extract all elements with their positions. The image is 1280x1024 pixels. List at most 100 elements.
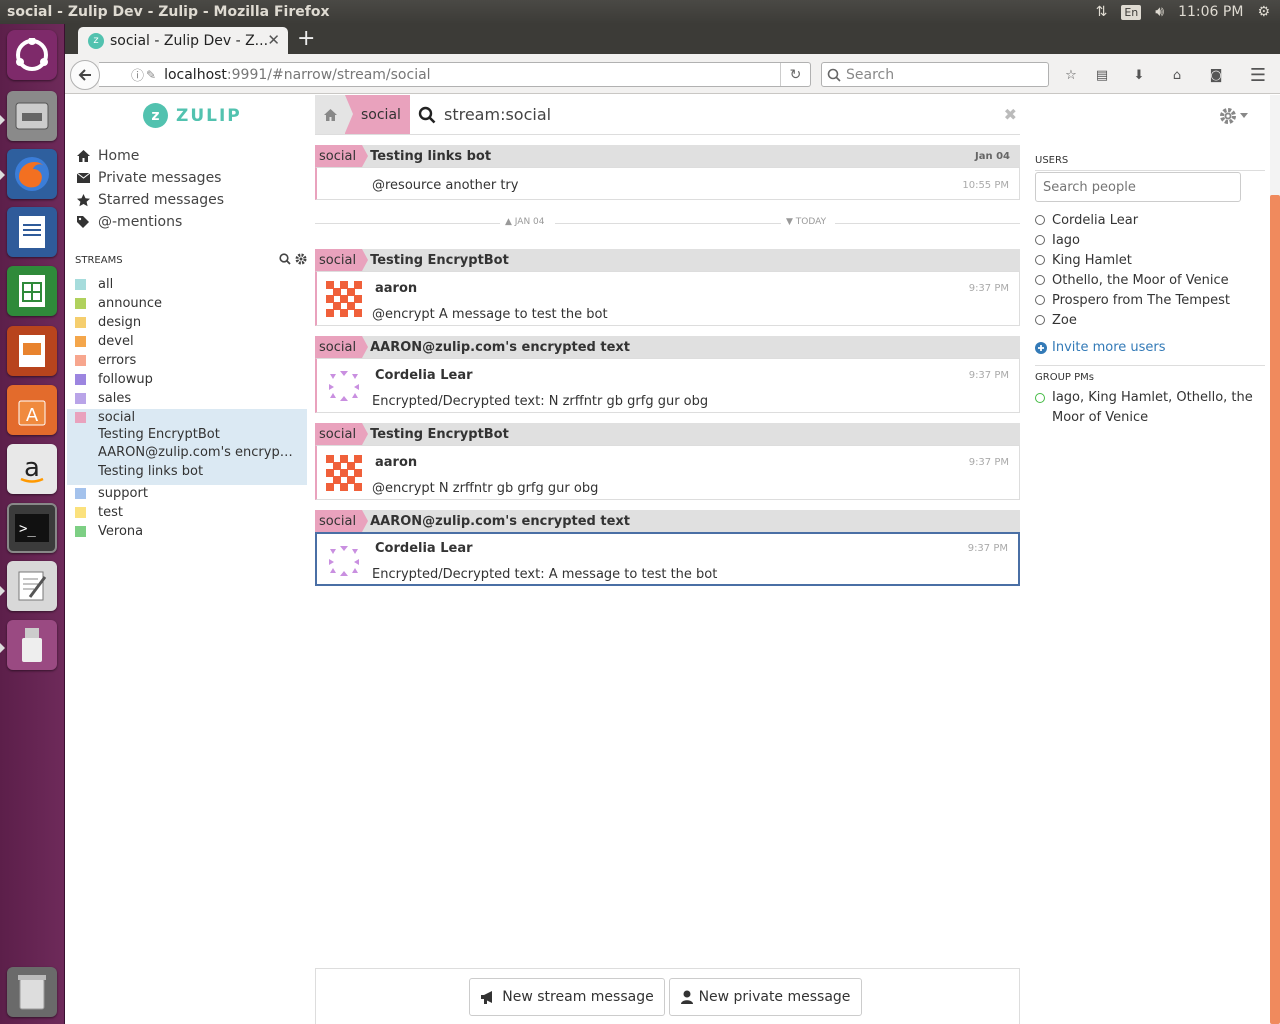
stream-item-support[interactable]: support xyxy=(75,484,148,503)
message-row-selected[interactable]: Cordelia Lear Encrypted/Decrypted text: … xyxy=(315,532,1020,586)
volume-icon[interactable]: 🔊︎ xyxy=(1155,4,1164,20)
browser-search-box[interactable]: Search xyxy=(821,62,1049,87)
narrow-search-box[interactable]: stream:social xyxy=(418,95,1018,134)
message-time[interactable]: 9:37 PM xyxy=(969,283,1009,294)
message-time[interactable]: 10:55 PM xyxy=(962,180,1009,191)
nav-mentions[interactable]: @-mentions xyxy=(76,211,182,233)
stream-item-errors[interactable]: errors xyxy=(75,351,136,370)
clock[interactable]: 11:06 PM xyxy=(1178,4,1243,20)
message-row[interactable]: Cordelia Lear Encrypted/Decrypted text: … xyxy=(315,358,1020,413)
reading-list-icon[interactable]: ▤ xyxy=(1092,65,1112,85)
topic-item[interactable]: Testing links bot xyxy=(98,464,295,483)
message-row[interactable]: @resource another try 10:55 PM xyxy=(315,167,1020,200)
topic-item[interactable]: AARON@zulip.com's encrypted text xyxy=(98,445,295,464)
avatar[interactable] xyxy=(326,455,362,491)
message-row[interactable]: aaron @encrypt N zrffntr gb grfg gur obg… xyxy=(315,445,1020,500)
files-app-icon[interactable] xyxy=(7,91,57,141)
libreoffice-calc-icon[interactable] xyxy=(7,266,57,316)
software-center-icon[interactable]: A xyxy=(7,385,57,435)
group-pm-item[interactable]: Iago, King Hamlet, Othello, the Moor of … xyxy=(1035,388,1270,428)
reload-icon[interactable]: ↻ xyxy=(780,63,810,86)
usb-drive-icon[interactable] xyxy=(7,620,57,670)
stream-item-verona[interactable]: Verona xyxy=(75,522,143,541)
keyboard-language-indicator[interactable]: En xyxy=(1121,4,1142,20)
recipient-topic-label[interactable]: Testing EncryptBot xyxy=(370,253,509,268)
stream-item-all[interactable]: all xyxy=(75,275,113,294)
scrollbar-thumb[interactable] xyxy=(1270,195,1280,1024)
downloads-icon[interactable]: ⬇ xyxy=(1129,65,1149,85)
message-sender[interactable]: Cordelia Lear xyxy=(375,541,473,556)
nav-private-messages[interactable]: Private messages xyxy=(76,167,221,189)
search-people-input[interactable] xyxy=(1035,172,1241,202)
browser-tab-active[interactable]: z social - Zulip Dev - Z... ✕ xyxy=(78,27,288,54)
recipient-topic-label[interactable]: Testing EncryptBot xyxy=(370,427,509,442)
avatar[interactable] xyxy=(326,281,362,317)
recipient-stream-label[interactable]: social xyxy=(315,510,369,532)
new-private-message-button[interactable]: New private message xyxy=(669,978,862,1016)
settings-menu-button[interactable] xyxy=(1219,107,1248,125)
text-editor-icon[interactable] xyxy=(7,561,57,611)
avatar[interactable] xyxy=(326,368,362,404)
recipient-stream-label[interactable]: social xyxy=(315,249,369,271)
user-item[interactable]: Othello, the Moor of Venice xyxy=(1035,270,1229,290)
amazon-app-icon[interactable]: a xyxy=(7,444,57,494)
user-item[interactable]: Cordelia Lear xyxy=(1035,210,1138,230)
invite-more-users-link[interactable]: Invite more users xyxy=(1035,340,1166,355)
message-time[interactable]: 9:37 PM xyxy=(968,543,1008,554)
ubuntu-dash-icon[interactable] xyxy=(7,30,57,80)
info-icon[interactable]: ⓘ xyxy=(131,65,144,84)
libreoffice-writer-icon[interactable] xyxy=(7,207,57,257)
hamburger-menu-icon[interactable]: ☰ xyxy=(1248,65,1268,86)
topic-item[interactable]: Testing EncryptBot xyxy=(98,427,295,446)
stream-item-design[interactable]: design xyxy=(75,313,141,332)
nav-home[interactable]: Home xyxy=(76,145,139,167)
url-bar[interactable]: ⓘ ✎ localhost:9991/#narrow/stream/social… xyxy=(99,62,811,87)
user-item[interactable]: King Hamlet xyxy=(1035,250,1132,270)
message-time[interactable]: 9:37 PM xyxy=(969,370,1009,381)
recipient-stream-label[interactable]: social xyxy=(315,423,369,445)
recipient-bar[interactable]: social AARON@zulip.com's encrypted text xyxy=(315,336,1020,358)
tab-home[interactable] xyxy=(315,95,345,134)
libreoffice-impress-icon[interactable] xyxy=(7,326,57,376)
recipient-stream-label[interactable]: social xyxy=(315,336,369,358)
message-time[interactable]: 9:37 PM xyxy=(969,457,1009,468)
stream-settings-gear-icon[interactable] xyxy=(295,253,307,265)
stream-item-test[interactable]: test xyxy=(75,503,123,522)
recipient-topic-label[interactable]: AARON@zulip.com's encrypted text xyxy=(370,514,630,529)
recipient-bar[interactable]: social AARON@zulip.com's encrypted text xyxy=(315,510,1020,532)
recipient-topic-label[interactable]: AARON@zulip.com's encrypted text xyxy=(370,340,630,355)
recipient-stream-label[interactable]: social xyxy=(315,145,369,167)
message-row[interactable]: aaron @encrypt A message to test the bot… xyxy=(315,271,1020,326)
terminal-app-icon[interactable]: >_ xyxy=(7,503,57,553)
user-item[interactable]: Prospero from The Tempest xyxy=(1035,290,1230,310)
stream-item-sales[interactable]: sales xyxy=(75,389,131,408)
message-sender[interactable]: Cordelia Lear xyxy=(375,368,473,383)
new-stream-message-button[interactable]: New stream message xyxy=(469,978,665,1016)
power-gear-icon[interactable]: ⚙ xyxy=(1257,4,1270,20)
message-sender[interactable]: aaron xyxy=(375,455,417,470)
avatar[interactable] xyxy=(326,543,362,579)
recipient-bar[interactable]: social Testing links bot Jan 04 xyxy=(315,145,1020,167)
stream-item-social[interactable]: social xyxy=(75,408,135,427)
recipient-bar[interactable]: social Testing EncryptBot xyxy=(315,423,1020,445)
user-item[interactable]: Zoe xyxy=(1035,310,1077,330)
recipient-topic-label[interactable]: Testing links bot xyxy=(370,149,491,164)
pocket-icon[interactable]: ◙ xyxy=(1206,65,1226,85)
nav-starred-messages[interactable]: Starred messages xyxy=(76,189,224,211)
clear-search-icon[interactable]: ✖ xyxy=(1004,105,1017,124)
tab-stream-social[interactable]: social xyxy=(345,95,410,134)
stream-search-icon[interactable] xyxy=(279,253,291,265)
trash-icon[interactable] xyxy=(7,967,57,1017)
network-icon[interactable]: ⇅ xyxy=(1096,4,1108,20)
message-sender[interactable]: aaron xyxy=(375,281,417,296)
back-button[interactable] xyxy=(70,60,100,90)
new-tab-button[interactable]: + xyxy=(297,26,315,52)
user-item[interactable]: Iago xyxy=(1035,230,1080,250)
close-tab-icon[interactable]: ✕ xyxy=(267,31,280,49)
page-scrollbar[interactable] xyxy=(1270,95,1280,1024)
home-page-icon[interactable]: ⌂ xyxy=(1167,65,1187,85)
stream-item-followup[interactable]: followup xyxy=(75,370,153,389)
bookmark-star-icon[interactable]: ☆ xyxy=(1061,65,1081,85)
stream-item-announce[interactable]: announce xyxy=(75,294,162,313)
firefox-app-icon[interactable] xyxy=(7,149,57,199)
